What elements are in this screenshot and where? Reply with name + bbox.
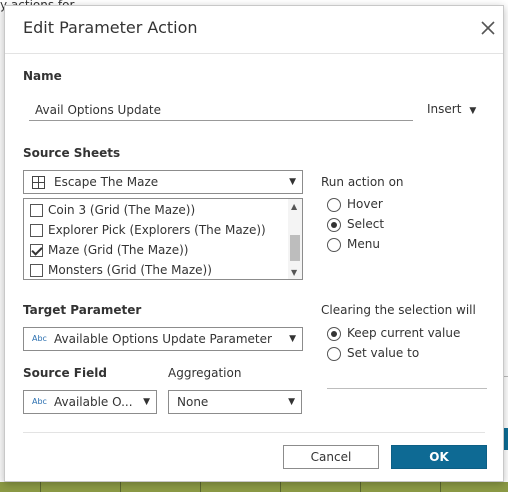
background-grid: [0, 482, 508, 492]
sheet-list-scrollbar[interactable]: ▲ ▼: [288, 199, 302, 279]
dialog-title: Edit Parameter Action: [23, 18, 198, 37]
string-type-icon: Abc: [32, 334, 47, 343]
clearing-label: Clearing the selection will: [321, 303, 476, 317]
caret-down-icon: ▼: [289, 334, 296, 344]
sheet-checkbox[interactable]: [30, 244, 43, 257]
caret-down-icon: ▼: [289, 177, 296, 187]
radio-button[interactable]: [327, 347, 341, 361]
clearing-option-label: Set value to: [347, 346, 420, 360]
run-action-label: Run action on: [321, 175, 404, 189]
footer-divider: [23, 432, 485, 433]
sheet-item-label: Maze (Grid (The Maze)): [48, 243, 189, 257]
source-field-value: Available O...: [54, 395, 133, 409]
header-divider: [5, 53, 503, 54]
caret-down-icon: ▼: [288, 397, 295, 407]
scroll-up-icon[interactable]: ▲: [291, 202, 297, 211]
source-field-dropdown[interactable]: Abc Available O... ▼: [23, 390, 157, 414]
run-option-label: Menu: [347, 237, 380, 251]
source-sheets-label: Source Sheets: [23, 146, 121, 160]
sheet-checkbox[interactable]: [30, 204, 43, 217]
source-sheet-value: Escape The Maze: [54, 175, 159, 189]
target-parameter-value: Available Options Update Parameter: [54, 332, 272, 346]
cancel-button[interactable]: Cancel: [283, 445, 379, 469]
insert-dropdown[interactable]: Insert ▼: [427, 102, 476, 116]
source-sheets-dropdown[interactable]: Escape The Maze ▼: [23, 170, 303, 194]
sheet-item-label: Monsters (Grid (The Maze)): [48, 263, 212, 277]
target-parameter-dropdown[interactable]: Abc Available Options Update Parameter ▼: [23, 327, 303, 351]
sheet-item-label: Coin 3 (Grid (The Maze)): [48, 203, 196, 217]
run-option-label: Hover: [347, 197, 383, 211]
string-type-icon: Abc: [32, 397, 47, 406]
aggregation-value: None: [177, 395, 209, 409]
target-parameter-label: Target Parameter: [23, 303, 142, 317]
sheet-list: Coin 3 (Grid (The Maze)) Explorer Pick (…: [23, 198, 303, 280]
sheet-item-label: Explorer Pick (Explorers (The Maze)): [48, 223, 266, 237]
aggregation-dropdown[interactable]: None ▼: [168, 390, 302, 414]
scroll-thumb[interactable]: [290, 235, 300, 261]
set-value-input[interactable]: [327, 388, 487, 389]
close-icon: [481, 21, 495, 35]
scroll-down-icon[interactable]: ▼: [291, 268, 297, 277]
run-option-label: Select: [347, 217, 385, 231]
sheet-checkbox[interactable]: [30, 224, 43, 237]
worksheet-grid-icon: [32, 176, 45, 192]
sheet-checkbox[interactable]: [30, 264, 43, 277]
close-button[interactable]: [478, 18, 498, 38]
insert-label: Insert: [427, 102, 462, 116]
source-field-label: Source Field: [23, 366, 107, 380]
radio-button[interactable]: [327, 238, 341, 252]
radio-button[interactable]: [327, 327, 341, 341]
name-input[interactable]: [29, 99, 413, 121]
aggregation-label: Aggregation: [168, 366, 242, 380]
name-label: Name: [23, 69, 62, 83]
clearing-option-label: Keep current value: [347, 326, 461, 340]
ok-button[interactable]: OK: [391, 445, 487, 469]
radio-button[interactable]: [327, 218, 341, 232]
radio-button[interactable]: [327, 198, 341, 212]
caret-down-icon: ▼: [143, 397, 150, 407]
edit-parameter-action-dialog: Edit Parameter Action Name Insert ▼ Sourc…: [4, 5, 504, 482]
caret-down-icon: ▼: [469, 106, 477, 116]
